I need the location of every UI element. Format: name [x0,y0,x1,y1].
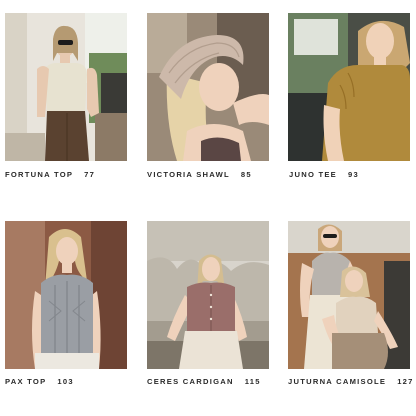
juno-tee-page-number: 93 [347,170,359,179]
fortuna-top-caption: FORTUNA TOP 77 [5,170,145,179]
juturna-camisole-caption: JUTURNA CAMISOLE 127 [288,377,416,386]
juno-tee-title: JUNO TEE [289,170,337,179]
pax-top-page-number: 103 [57,377,74,386]
victoria-shawl-caption: VICTORIA SHAWL 85 [147,170,287,179]
victoria-shawl-page-number: 85 [240,170,252,179]
fortuna-top-photo [5,13,127,161]
juturna-camisole-photo [288,221,410,369]
fortuna-top-page-number: 77 [84,170,96,179]
ceres-cardigan-caption: CERES CARDIGAN 115 [147,377,287,386]
juturna-camisole-title: JUTURNA CAMISOLE [288,377,387,386]
ceres-cardigan-photo [147,221,269,369]
juturna-camisole-page-number: 127 [397,377,414,386]
ceres-cardigan-page-number: 115 [244,377,261,386]
ceres-cardigan-title: CERES CARDIGAN [147,377,234,386]
fortuna-top-title: FORTUNA TOP [5,170,74,179]
pax-top-title: PAX TOP [5,377,47,386]
pax-top-photo [5,221,127,369]
victoria-shawl-title: VICTORIA SHAWL [147,170,230,179]
pax-top-caption: PAX TOP 103 [5,377,145,386]
victoria-shawl-photo [147,13,269,161]
juno-tee-caption: JUNO TEE 93 [289,170,416,179]
juno-tee-photo [288,13,410,161]
